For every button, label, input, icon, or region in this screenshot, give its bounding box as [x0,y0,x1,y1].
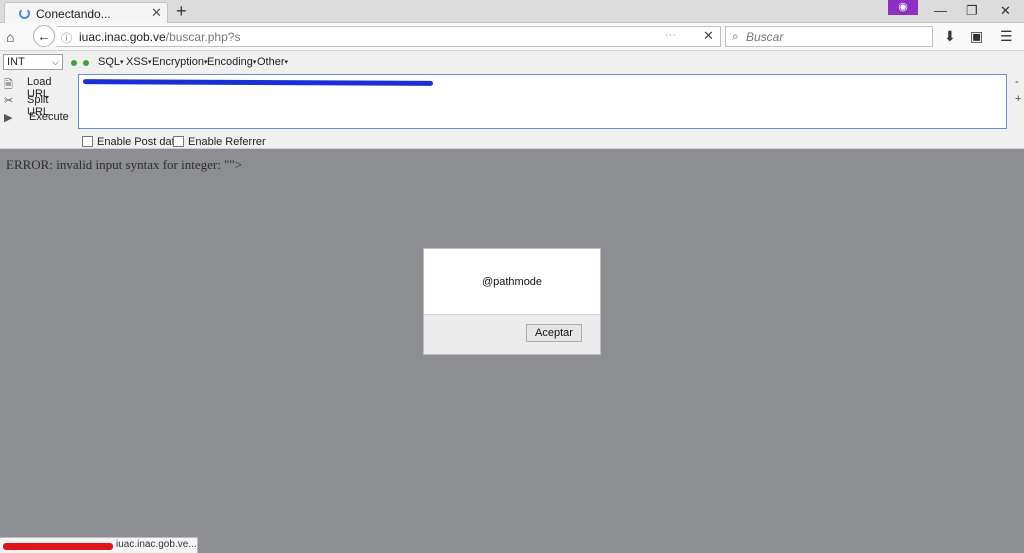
menu-sql[interactable]: SQL▾ [98,56,124,68]
error-message: ERROR: invalid input syntax for integer:… [6,157,243,172]
back-button[interactable]: ← [33,25,55,47]
loading-spinner-icon [19,8,30,19]
status-bar: iuac.inac.gob.ve... [0,537,198,553]
minimize-button[interactable]: — [934,3,947,18]
enable-post-label: Enable Post data [97,136,181,148]
enable-post-checkbox[interactable]: Enable Post data [82,134,181,148]
url-overflow-icon: ··· [665,29,676,41]
execute-icon: ▶ [4,112,13,124]
accept-button[interactable]: Aceptar [526,324,582,342]
home-icon[interactable]: ⌂ [6,29,14,45]
redaction-scribble [82,79,434,86]
load-url-button[interactable]: 🗎 Load URL [0,75,72,100]
dialog-message: @pathmode [481,276,543,288]
enable-referrer-checkbox[interactable]: Enable Referrer [173,134,266,148]
search-input[interactable] [746,28,926,45]
split-url-icon: ✂ [4,95,14,107]
menu-xss[interactable]: XSS▾ [126,56,152,68]
url-bar[interactable]: ⓘ iuac.inac.gob.ve/buscar.php?s ··· ✕ [57,26,721,47]
tab-active[interactable]: Conectando... ✕ [4,2,168,24]
navigation-bar: ⌂ ← ⓘ iuac.inac.gob.ve/buscar.php?s ··· … [0,23,1024,51]
tab-strip: Conectando... ✕ + ◉ — ❐ ✕ [0,0,1024,24]
search-box[interactable]: ⌕ [725,26,933,47]
hackbar-url-textarea[interactable] [78,74,1007,129]
checkbox-icon[interactable] [82,136,93,147]
menu-icon[interactable]: ☰ [1000,28,1013,45]
url-text[interactable]: iuac.inac.gob.ve/buscar.php?s [79,30,240,44]
tab-close-icon[interactable]: ✕ [151,5,162,21]
int-select[interactable]: INT ⌵ [3,54,63,70]
sidebar-icon[interactable]: ▣ [970,28,983,45]
url-host: iuac.inac.gob.ve [79,30,166,44]
expand-icon[interactable]: + [1015,93,1021,105]
url-path: /buscar.php?s [165,30,241,44]
checkbox-icon[interactable] [173,136,184,147]
alert-dialog: @pathmode Aceptar [423,248,601,355]
split-url-button[interactable]: ✂ Split URL [0,93,72,118]
status-dot-icon [83,60,89,66]
chevron-down-icon: ⌵ [52,57,59,67]
menu-encryption[interactable]: Encryption▾ [152,56,208,68]
restore-button[interactable]: ❐ [966,3,978,19]
tab-title: Conectando... [36,7,111,21]
redaction-scribble [3,543,113,550]
int-select-value: INT [7,56,25,68]
search-icon: ⌕ [732,29,739,43]
close-window-button[interactable]: ✕ [1000,3,1011,19]
hackbar-panel: INT ⌵ SQL▾ XSS▾ Encryption▾ Encoding▾ Ot… [0,51,1024,149]
new-tab-button[interactable]: + [176,1,187,22]
stop-loading-icon[interactable]: ✕ [703,28,714,44]
download-icon[interactable]: ⬇ [944,28,956,45]
menu-other[interactable]: Other▾ [257,56,288,68]
shrink-icon[interactable]: - [1015,76,1019,88]
enable-referrer-label: Enable Referrer [188,136,266,148]
dialog-footer: Aceptar [424,314,600,354]
info-icon[interactable]: ⓘ [61,30,72,46]
status-host: iuac.inac.gob.ve... [116,539,197,550]
private-browsing-mask-icon: ◉ [888,0,918,15]
status-dot-icon [71,60,77,66]
execute-label: Execute [29,111,69,123]
menu-encoding[interactable]: Encoding▾ [207,56,256,68]
execute-button[interactable]: ▶ Execute [0,110,72,126]
